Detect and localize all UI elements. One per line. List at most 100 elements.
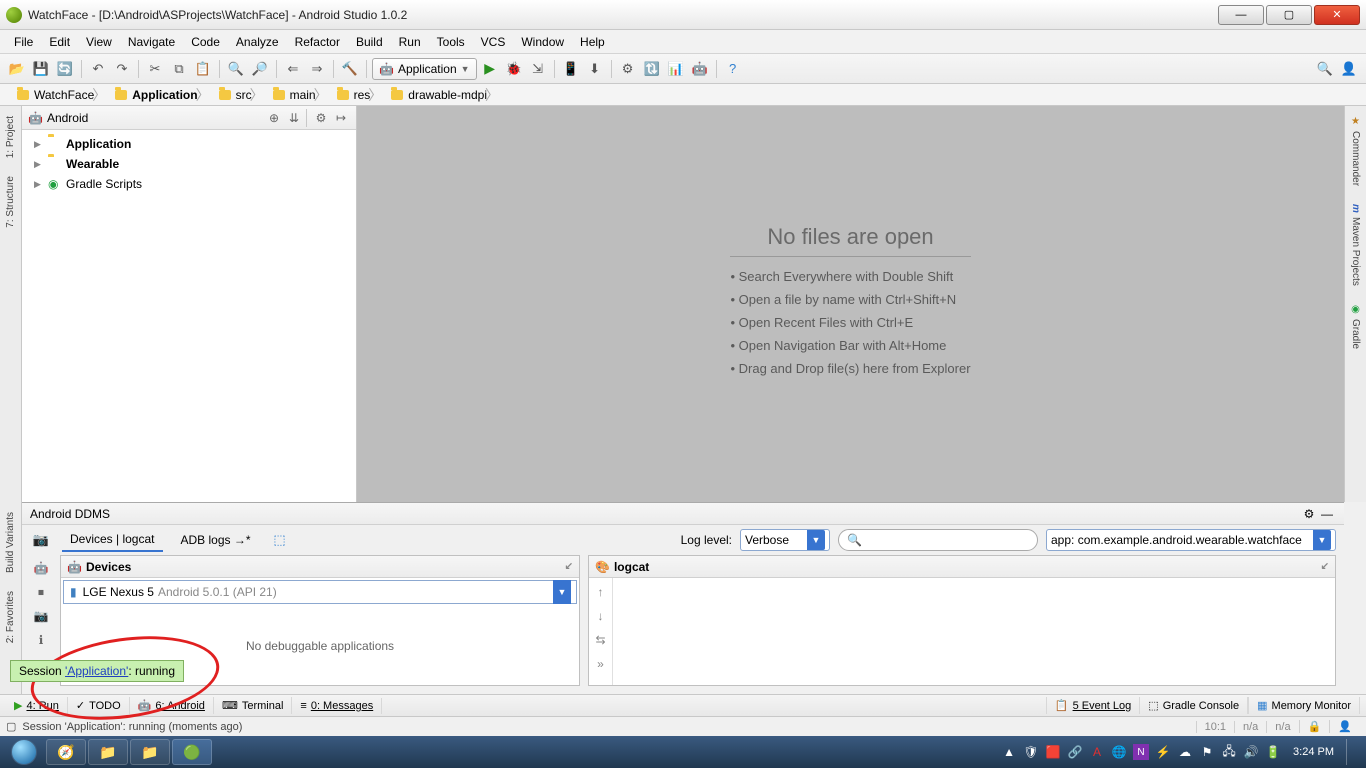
search-everywhere-icon[interactable]: 🔍	[1314, 58, 1336, 80]
crumb-main[interactable]: main	[260, 85, 324, 105]
undo-icon[interactable]: ↶	[87, 58, 109, 80]
menu-window[interactable]: Window	[513, 33, 572, 51]
collapse-pane-icon[interactable]: ↙	[565, 561, 573, 572]
more-icon[interactable]: »	[593, 656, 609, 672]
debug-button[interactable]: 🐞	[503, 58, 525, 80]
tab-messages[interactable]: ≡0: Messages	[292, 698, 382, 714]
tree-item-application[interactable]: ▶ Application	[28, 134, 350, 154]
expand-icon[interactable]: ▶	[34, 179, 44, 190]
line-separator[interactable]: n/a	[1234, 721, 1266, 733]
crumb-src[interactable]: src	[206, 85, 260, 105]
android-monitor-icon[interactable]: 🤖	[689, 58, 711, 80]
project-structure-icon[interactable]: ⚙	[617, 58, 639, 80]
tool-tab-maven[interactable]: mMaven Projects	[1348, 200, 1363, 290]
menu-edit[interactable]: Edit	[41, 33, 78, 51]
system-info-icon[interactable]: ℹ	[32, 631, 50, 649]
menu-code[interactable]: Code	[183, 33, 228, 51]
open-icon[interactable]: 📂	[6, 58, 28, 80]
find-icon[interactable]: 🔍	[225, 58, 247, 80]
tray-icon[interactable]: A	[1089, 744, 1105, 760]
toggle-tool-windows-icon[interactable]: ▢	[6, 720, 16, 733]
tool-tab-favorites[interactable]: 2: Favorites	[3, 587, 18, 647]
menu-build[interactable]: Build	[348, 33, 391, 51]
back-icon[interactable]: ⇐	[282, 58, 304, 80]
tool-tab-build-variants[interactable]: Build Variants	[3, 508, 18, 577]
android-icon[interactable]: 🤖	[32, 559, 50, 577]
sync-icon[interactable]: 🔄	[54, 58, 76, 80]
crumb-res[interactable]: res	[324, 85, 379, 105]
run-button[interactable]: ▶	[479, 58, 501, 80]
project-tree[interactable]: ▶ Application ▶ Wearable ▶ ◉ Gradle Scri…	[22, 130, 356, 502]
session-running-toast[interactable]: Session 'Application': running	[10, 660, 184, 682]
redo-icon[interactable]: ↷	[111, 58, 133, 80]
editor-area[interactable]: No files are open • Search Everywhere wi…	[357, 106, 1344, 502]
make-icon[interactable]: 🔨	[339, 58, 361, 80]
tool-tab-project[interactable]: 1: Project	[3, 112, 18, 162]
tray-volume-icon[interactable]: 🔊	[1243, 744, 1259, 760]
window-maximize-button[interactable]: ▢	[1266, 5, 1312, 25]
tab-terminal[interactable]: ⌨Terminal	[214, 697, 292, 714]
user-icon[interactable]: 👤	[1338, 58, 1360, 80]
menu-tools[interactable]: Tools	[429, 33, 473, 51]
tree-item-gradle-scripts[interactable]: ▶ ◉ Gradle Scripts	[28, 174, 350, 194]
tray-icon[interactable]: ⚡	[1155, 744, 1171, 760]
save-icon[interactable]: 💾	[30, 58, 52, 80]
tree-item-wearable[interactable]: ▶ Wearable	[28, 154, 350, 174]
paste-icon[interactable]: 📋	[192, 58, 214, 80]
cut-icon[interactable]: ✂	[144, 58, 166, 80]
tray-icon[interactable]: N	[1133, 744, 1149, 760]
scroll-from-source-icon[interactable]: ⊕	[265, 109, 283, 127]
tab-adb-logs[interactable]: ADB logs →*	[173, 529, 259, 551]
crumb-project[interactable]: WatchFace	[4, 85, 102, 105]
tab-android[interactable]: 🤖6: Android	[130, 697, 214, 714]
project-view-selector[interactable]: 🤖 Android	[28, 111, 263, 125]
tray-icon[interactable]: 🛡	[1023, 744, 1039, 760]
menu-analyze[interactable]: Analyze	[228, 33, 287, 51]
tray-clock[interactable]: 3:24 PM	[1287, 747, 1340, 758]
menu-vcs[interactable]: VCS	[473, 33, 514, 51]
run-config-select[interactable]: 🤖 Application ▼	[372, 58, 477, 80]
tray-flag-icon[interactable]: ⚑	[1199, 744, 1215, 760]
window-minimize-button[interactable]: —	[1218, 5, 1264, 25]
tool-tab-commander[interactable]: ★Commander	[1348, 112, 1363, 190]
screenshot-icon[interactable]: 📷	[30, 529, 52, 551]
tray-icon[interactable]: ☁	[1177, 744, 1193, 760]
insert-mode-icon[interactable]: 🔒	[1299, 720, 1330, 733]
tool-tab-structure[interactable]: 7: Structure	[3, 172, 18, 232]
file-encoding[interactable]: n/a	[1266, 721, 1298, 733]
device-row[interactable]: ▮ LGE Nexus 5 Android 5.0.1 (API 21) ▼	[63, 580, 577, 604]
tab-event-log[interactable]: 📋5 Event Log	[1046, 697, 1139, 714]
tool-tab-gradle[interactable]: ◉Gradle	[1348, 300, 1363, 353]
help-icon[interactable]: ?	[722, 58, 744, 80]
screenshot-icon[interactable]: 📷	[32, 607, 50, 625]
tray-network-icon[interactable]: 🖧	[1221, 744, 1237, 760]
logcat-output[interactable]	[613, 578, 1335, 685]
taskbar-item[interactable]: 📁	[88, 739, 128, 765]
settings-gear-icon[interactable]: ⚙	[1300, 507, 1318, 521]
settings-gear-icon[interactable]: ⚙	[312, 109, 330, 127]
hector-icon[interactable]: 👤	[1329, 720, 1360, 733]
taskbar-item[interactable]: 📁	[130, 739, 170, 765]
replace-icon[interactable]: 🔎	[249, 58, 271, 80]
tab-run[interactable]: ▶4: Run	[6, 697, 68, 714]
tab-todo[interactable]: ✓TODO	[68, 697, 130, 714]
taskbar-item[interactable]: 🧭	[46, 739, 86, 765]
log-filter-select[interactable]: app: com.example.android.wearable.watchf…	[1046, 529, 1336, 551]
crumb-module[interactable]: Application	[102, 85, 205, 105]
layout-icon[interactable]: ⬚	[269, 529, 291, 551]
dropdown-arrow-icon[interactable]: ▼	[553, 580, 571, 604]
sync-gradle-icon[interactable]: 🔃	[641, 58, 663, 80]
device-monitor-icon[interactable]: 📊	[665, 58, 687, 80]
attach-debugger-icon[interactable]: ⇲	[527, 58, 549, 80]
log-level-select[interactable]: Verbose ▼	[740, 529, 830, 551]
session-link[interactable]: 'Application'	[65, 664, 128, 678]
show-desktop-button[interactable]	[1346, 739, 1356, 765]
hide-panel-icon[interactable]: ↦	[332, 109, 350, 127]
menu-run[interactable]: Run	[391, 33, 429, 51]
terminate-icon[interactable]: ⏹	[32, 583, 50, 601]
log-search-input[interactable]: 🔍	[838, 529, 1038, 551]
menu-file[interactable]: File	[6, 33, 41, 51]
tray-overflow-icon[interactable]: ▲	[1001, 744, 1017, 760]
tray-icon[interactable]: 🌐	[1111, 744, 1127, 760]
tab-gradle-console[interactable]: ⬚Gradle Console	[1139, 697, 1248, 714]
